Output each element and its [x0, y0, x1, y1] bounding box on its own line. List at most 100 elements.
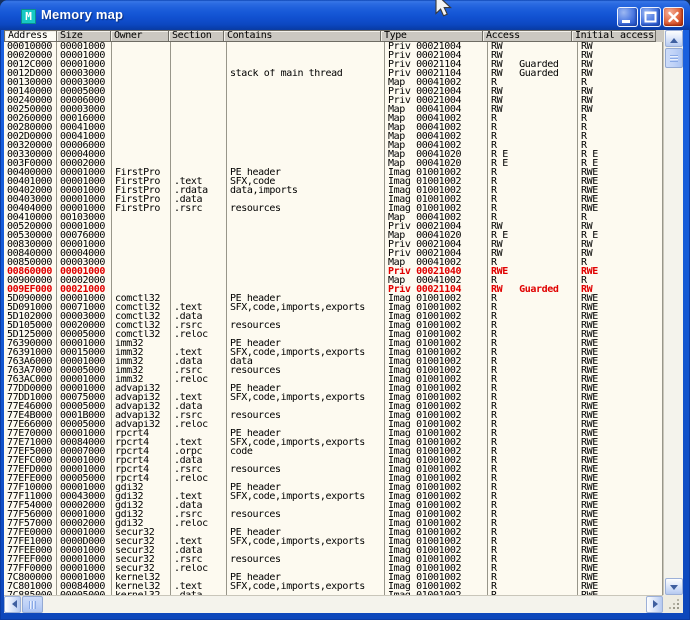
- table-row[interactable]: 0002000000001000Priv 00021004RWRW: [4, 51, 663, 60]
- table-row[interactable]: 77EFE00000005000rpcrt4.relocImag 0100100…: [4, 474, 663, 483]
- table-row[interactable]: 77FE10000000D000secur32.textSFX,code,imp…: [4, 537, 663, 546]
- table-row[interactable]: 77DD100000075000advapi32.textSFX,code,im…: [4, 393, 663, 402]
- table-row[interactable]: 77E4B0000001B000advapi32.rsrcresourcesIm…: [4, 411, 663, 420]
- table-row[interactable]: 0040200000001000FirstPro.rdatadata,impor…: [4, 186, 663, 195]
- close-button[interactable]: [663, 7, 684, 27]
- column-header-type[interactable]: Type: [380, 30, 483, 42]
- column-header-section[interactable]: Section: [168, 30, 224, 42]
- cell-initial-access: RWE: [578, 402, 663, 411]
- scroll-down-button[interactable]: [665, 578, 683, 595]
- table-row[interactable]: 763A700000005000imm32.rsrcresourcesImag …: [4, 366, 663, 375]
- column-header-size[interactable]: Size: [56, 30, 111, 42]
- vertical-scrollbar[interactable]: [663, 30, 683, 595]
- cell-address: 77F56000: [4, 510, 57, 519]
- table-row[interactable]: 77E7000000001000rpcrt4PE headerImag 0100…: [4, 429, 663, 438]
- maximize-button[interactable]: [640, 7, 661, 27]
- scroll-left-button[interactable]: [4, 596, 21, 613]
- table-row[interactable]: 77E4600000005000advapi32.dataImag 010010…: [4, 402, 663, 411]
- cell-initial-access: R E: [578, 231, 663, 240]
- table-row[interactable]: 0090000000002000Map 00041002RR: [4, 276, 663, 285]
- cell-size: 00005000: [57, 87, 112, 96]
- table-row[interactable]: 77F5400000002000gdi32.dataImag 01001002R…: [4, 501, 663, 510]
- cell-size: 00001000: [57, 186, 112, 195]
- table-row[interactable]: 5D10200000003000comctl32.dataImag 010010…: [4, 312, 663, 321]
- table-row[interactable]: 0014000000005000Priv 00021004RWRW: [4, 87, 663, 96]
- horizontal-scrollbar[interactable]: [4, 595, 663, 613]
- table-row[interactable]: 003F000000002000Map 00041020R ER E: [4, 159, 663, 168]
- table-row[interactable]: 77DD000000001000advapi32PE headerImag 01…: [4, 384, 663, 393]
- table-row[interactable]: 0085000000003000Map 00041002RR: [4, 258, 663, 267]
- table-row[interactable]: 0086000000001000Priv 00021040RWERWE: [4, 267, 663, 276]
- table-row[interactable]: 77E7100000084000rpcrt4.textSFX,code,impo…: [4, 438, 663, 447]
- table-row[interactable]: 5D09100000071000comctl32.textSFX,code,im…: [4, 303, 663, 312]
- table-row[interactable]: 77FE000000001000secur32PE headerImag 010…: [4, 528, 663, 537]
- column-header-access[interactable]: Access: [482, 30, 572, 42]
- table-row[interactable]: 77FEF00000001000secur32.rsrcresourcesIma…: [4, 555, 663, 564]
- cell-size: 00001000: [57, 339, 112, 348]
- table-row[interactable]: 7C80100000084000kernel32.textSFX,code,im…: [4, 582, 663, 591]
- table-row[interactable]: 77F5700000002000gdi32.relocImag 01001002…: [4, 519, 663, 528]
- table-row[interactable]: 0040100000001000FirstPro.textSFX,codeIma…: [4, 177, 663, 186]
- table-row[interactable]: 0026000000016000Map 00041002RR: [4, 114, 663, 123]
- cell-initial-access: RW: [578, 51, 663, 60]
- table-row[interactable]: 5D10500000020000comctl32.rsrcresourcesIm…: [4, 321, 663, 330]
- cell-type: Map 00041002: [385, 123, 488, 132]
- table-row[interactable]: 77FEE00000001000secur32.dataImag 0100100…: [4, 546, 663, 555]
- table-row[interactable]: 77EFD00000001000rpcrt4.rsrcresourcesImag…: [4, 465, 663, 474]
- table-row[interactable]: 77F1000000001000gdi32PE headerImag 01001…: [4, 483, 663, 492]
- table-row[interactable]: 77F5600000001000gdi32.rsrcresourcesImag …: [4, 510, 663, 519]
- cell-type: Priv 00021104: [385, 60, 488, 69]
- resize-grip[interactable]: [663, 595, 683, 613]
- column-header-contains[interactable]: Contains: [223, 30, 381, 42]
- table-row[interactable]: 0083000000001000Priv 00021004RWRW: [4, 240, 663, 249]
- table-row[interactable]: 7639100000015000imm32.textSFX,code,impor…: [4, 348, 663, 357]
- table-row[interactable]: 77EFC00000001000rpcrt4.dataImag 01001002…: [4, 456, 663, 465]
- table-row[interactable]: 002D000000041000Map 00041002RR: [4, 132, 663, 141]
- table-row[interactable]: 763AC00000001000imm32.relocImag 01001002…: [4, 375, 663, 384]
- table-row[interactable]: 763A600000001000imm32.datadataImag 01001…: [4, 357, 663, 366]
- scroll-up-button[interactable]: [665, 30, 683, 47]
- table-row[interactable]: 0052000000001000Priv 00021004RWRW: [4, 222, 663, 231]
- cell-address: 00520000: [4, 222, 57, 231]
- table-row[interactable]: 5D12500000005000comctl32.relocImag 01001…: [4, 330, 663, 339]
- cell-initial-access: RWE: [578, 195, 663, 204]
- scroll-right-button[interactable]: [646, 596, 663, 613]
- cell-owner: comctl32: [112, 330, 171, 339]
- table-row[interactable]: 0028000000041000Map 00041002RR: [4, 123, 663, 132]
- table-row[interactable]: 0084000000004000Priv 00021004RWRW: [4, 249, 663, 258]
- table-row[interactable]: 77E6600000005000advapi32.relocImag 01001…: [4, 420, 663, 429]
- cell-contains: SFX,code,imports,exports: [227, 438, 385, 447]
- vertical-scroll-thumb[interactable]: [665, 48, 683, 68]
- table-row[interactable]: 0024000000006000Priv 00021004RWRW: [4, 96, 663, 105]
- table-row[interactable]: 009EF00000021000Priv 00021104RW GuardedR…: [4, 285, 663, 294]
- table-row[interactable]: 0025000000003000Map 00041004RWRW: [4, 105, 663, 114]
- horizontal-scroll-thumb[interactable]: [22, 596, 43, 613]
- title-bar[interactable]: M Memory map: [0, 0, 690, 30]
- table-row[interactable]: 0001000000001000Priv 00021004RWRW: [4, 42, 663, 51]
- cell-size: 00041000: [57, 123, 112, 132]
- column-header-initial-access[interactable]: Initial access: [571, 30, 656, 42]
- table-row[interactable]: 77EF500000007000rpcrt4.orpccodeImag 0100…: [4, 447, 663, 456]
- memory-map-icon[interactable]: M: [21, 9, 36, 24]
- column-header-owner[interactable]: Owner: [110, 30, 169, 42]
- table-row[interactable]: 5D09000000001000comctl32PE headerImag 01…: [4, 294, 663, 303]
- table-row[interactable]: 0013000000003000Map 00041002RR: [4, 78, 663, 87]
- table-row[interactable]: 7639000000001000imm32PE headerImag 01001…: [4, 339, 663, 348]
- minimize-button[interactable]: [617, 7, 638, 27]
- table-row[interactable]: 77F1100000043000gdi32.textSFX,code,impor…: [4, 492, 663, 501]
- table-row[interactable]: 0053000000076000Map 00041020R ER E: [4, 231, 663, 240]
- table-row[interactable]: 7C80000000001000kernel32PE headerImag 01…: [4, 573, 663, 582]
- cell-initial-access: R: [578, 258, 663, 267]
- table-row[interactable]: 0040300000001000FirstPro.dataImag 010010…: [4, 195, 663, 204]
- table-row[interactable]: 0041000000103000Map 00041002RR: [4, 213, 663, 222]
- cell-access: R: [488, 366, 578, 375]
- table-row[interactable]: 0040400000001000FirstPro.rsrcresourcesIm…: [4, 204, 663, 213]
- table-row[interactable]: 0012D00000003000stack of main threadPriv…: [4, 69, 663, 78]
- table-row[interactable]: 0012C00000001000Priv 00021104RW GuardedR…: [4, 60, 663, 69]
- table-row[interactable]: 77FF000000001000secur32.relocImag 010010…: [4, 564, 663, 573]
- table-row[interactable]: 0032000000006000Map 00041002RR: [4, 141, 663, 150]
- table-row[interactable]: 0033000000004000Map 00041020R ER E: [4, 150, 663, 159]
- column-header-address[interactable]: Address: [4, 30, 57, 42]
- cell-initial-access: RWE: [578, 330, 663, 339]
- table-row[interactable]: 0040000000001000FirstProPE headerImag 01…: [4, 168, 663, 177]
